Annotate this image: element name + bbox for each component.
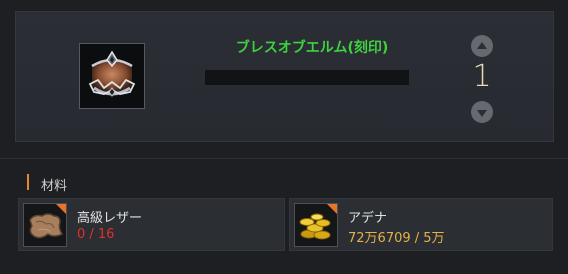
item-panel: ブレスオブエルム(刻印) 1 (15, 11, 554, 142)
quantity-down-button[interactable] (471, 101, 493, 123)
quantity-up-button[interactable] (471, 35, 493, 57)
grade-corner-marker (327, 204, 337, 214)
item-icon-slot[interactable] (79, 43, 145, 109)
section-accent-bar (27, 174, 29, 190)
material-count: 72万6709 / 5万 (348, 231, 445, 246)
material-card[interactable]: アデナ 72万6709 / 5万 (289, 198, 553, 251)
grade-corner-marker (56, 204, 66, 214)
crown-ring-icon (80, 44, 144, 108)
chevron-down-icon (477, 109, 487, 117)
material-count: 0 / 16 (77, 227, 115, 242)
material-name: 高級レザー (77, 211, 143, 226)
quantity-value: 1 (472, 59, 492, 94)
item-name-bar (205, 70, 409, 85)
material-icon-slot (23, 203, 67, 247)
material-icon-slot (294, 203, 338, 247)
material-name: アデナ (348, 211, 388, 226)
section-divider (0, 158, 568, 159)
chevron-up-icon (477, 41, 487, 49)
item-name: ブレスオブエルム(刻印) (235, 40, 389, 56)
material-card[interactable]: 高級レザー 0 / 16 (18, 198, 285, 251)
materials-title: 材料 (41, 179, 68, 194)
